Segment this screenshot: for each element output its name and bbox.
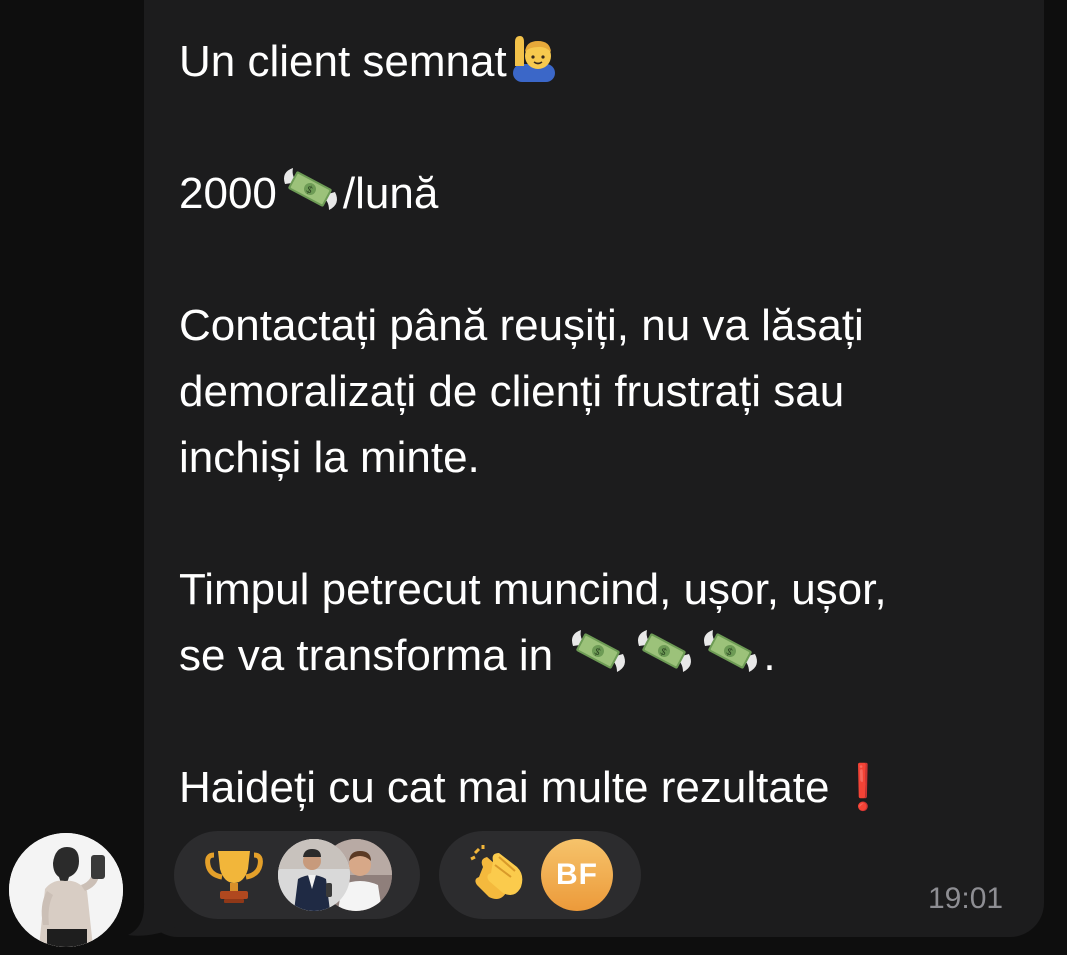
message-line: inchiși la minte.	[179, 433, 480, 482]
message-text: Un client semnat 2000 $ /lună Contactați…	[179, 29, 1029, 821]
period-text: .	[763, 631, 776, 680]
message-line: se va transforma in $ $ $ .	[179, 623, 1029, 689]
message-line-text: Haideți cu cat mai multe rezultate	[179, 763, 830, 812]
message-line-text: se va transforma in	[179, 631, 554, 680]
message-line: Contactați până reușiți, nu va lăsați	[179, 301, 864, 350]
money-with-wings-icon: $	[633, 624, 695, 678]
trophy-icon	[204, 845, 264, 905]
message-line: Un client semnat	[179, 29, 1029, 95]
message-timestamp: 19:01	[928, 882, 1004, 915]
money-with-wings-icon: $	[567, 624, 629, 678]
money-with-wings-icon: $	[279, 162, 341, 216]
per-month-text: /lună	[342, 169, 439, 218]
message-line: Timpul petrecut muncind, ușor, ușor,	[179, 565, 887, 614]
message-line-1: Un client semnat	[179, 37, 507, 86]
money-with-wings-icon: $	[699, 624, 761, 678]
user-avatar	[278, 839, 350, 911]
amount-text: 2000	[179, 169, 277, 218]
message-line: demoralizați de clienți frustrați sau	[179, 367, 845, 416]
bubble-tail	[120, 905, 180, 937]
user-initials-avatar: BF	[541, 839, 613, 911]
message-line: 2000 $ /lună	[179, 161, 1029, 227]
exclamation-mark-icon: ❗	[835, 763, 891, 812]
reaction-users	[278, 839, 398, 911]
sender-avatar[interactable]	[9, 833, 123, 947]
person-raising-hand-icon	[509, 32, 559, 82]
chat-screen: Un client semnat 2000 $ /lună Contactați…	[0, 0, 1067, 955]
reaction-clap[interactable]: BF	[439, 831, 641, 919]
reaction-trophy[interactable]	[174, 831, 420, 919]
clapping-hands-icon	[469, 845, 529, 905]
message-line: Haideți cu cat mai multe rezultate ❗	[179, 755, 1029, 821]
